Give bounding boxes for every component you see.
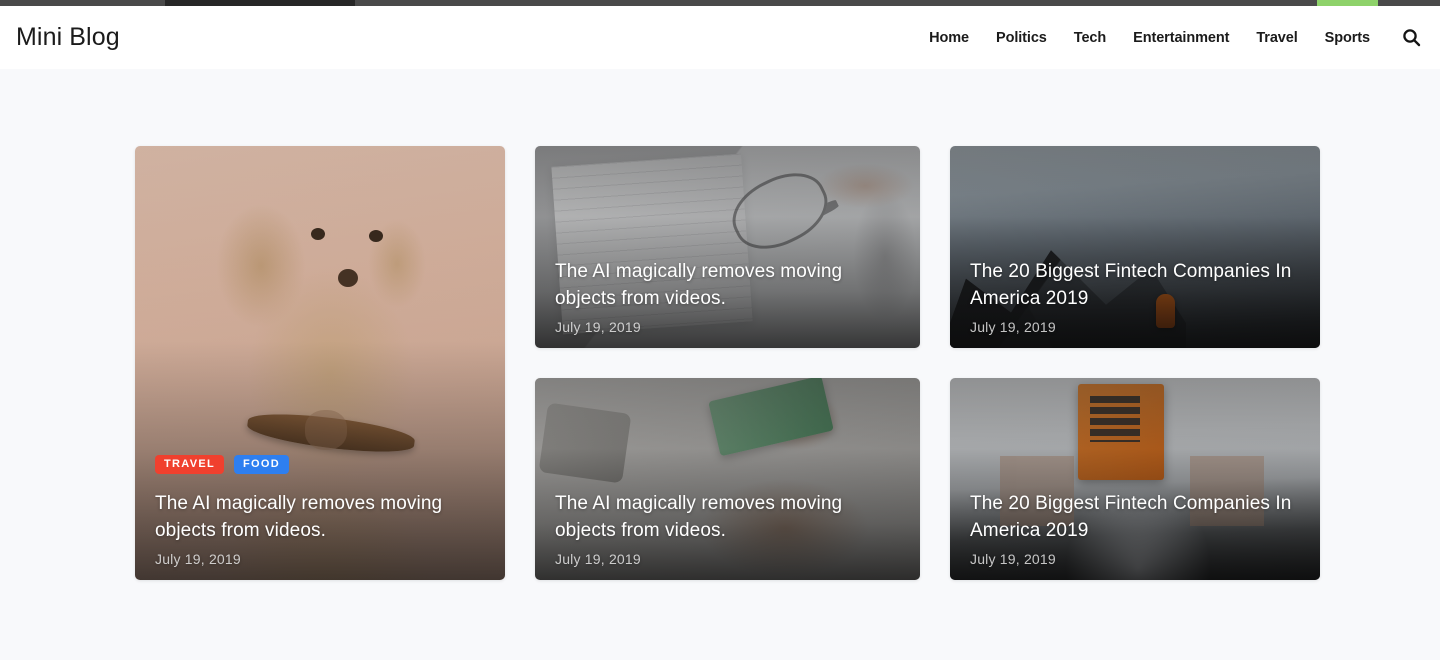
card-title[interactable]: The AI magically removes moving objects … [555, 259, 902, 313]
search-button[interactable] [1400, 27, 1422, 49]
card-content: The 20 Biggest Fintech Companies In Amer… [970, 259, 1302, 335]
card-title[interactable]: The AI magically removes moving objects … [155, 491, 487, 545]
card-content: The AI magically removes moving objects … [555, 491, 902, 567]
chrome-tab-strip-right [1378, 0, 1440, 6]
main-navigation: Home Politics Tech Entertainment Travel … [929, 27, 1424, 49]
card-tag-list: TRAVEL FOOD [155, 455, 487, 475]
card-tag-food[interactable]: FOOD [233, 455, 289, 475]
nav-item-travel[interactable]: Travel [1256, 30, 1297, 46]
nav-item-sports[interactable]: Sports [1325, 30, 1370, 46]
card-date: July 19, 2019 [155, 551, 241, 567]
page-body: The AI magically removes moving objects … [0, 69, 1440, 660]
article-card-fintech-2[interactable]: The 20 Biggest Fintech Companies In Amer… [950, 378, 1320, 580]
card-title[interactable]: The 20 Biggest Fintech Companies In Amer… [970, 259, 1302, 313]
nav-item-tech[interactable]: Tech [1074, 30, 1106, 46]
chrome-tab-strip-mid [355, 0, 1317, 6]
search-icon [1402, 29, 1420, 47]
card-tag-travel[interactable]: TRAVEL [155, 455, 224, 475]
card-date: July 19, 2019 [970, 319, 1056, 335]
chrome-progress-green [1317, 0, 1378, 6]
card-content: TRAVEL FOOD The AI magically removes mov… [155, 455, 487, 567]
article-card-featured[interactable]: TRAVEL FOOD The AI magically removes mov… [135, 146, 505, 580]
nav-item-politics[interactable]: Politics [996, 30, 1047, 46]
nav-item-home[interactable]: Home [929, 30, 969, 46]
card-date: July 19, 2019 [970, 551, 1056, 567]
chrome-tab-strip-left [0, 0, 165, 6]
chrome-active-tab[interactable] [165, 0, 355, 6]
site-brand[interactable]: Mini Blog [16, 25, 120, 50]
article-grid: The AI magically removes moving objects … [135, 146, 1320, 580]
browser-chrome-strip [0, 0, 1440, 6]
card-content: The 20 Biggest Fintech Companies In Amer… [970, 491, 1302, 567]
article-card-fintech-1[interactable]: The 20 Biggest Fintech Companies In Amer… [950, 146, 1320, 348]
card-title[interactable]: The AI magically removes moving objects … [555, 491, 902, 545]
card-title[interactable]: The 20 Biggest Fintech Companies In Amer… [970, 491, 1302, 545]
site-header: Mini Blog Home Politics Tech Entertainme… [0, 6, 1440, 69]
article-card-ai-removes-objects-2[interactable]: The AI magically removes moving objects … [535, 378, 920, 580]
article-card-ai-removes-objects-1[interactable]: The AI magically removes moving objects … [535, 146, 920, 348]
card-date: July 19, 2019 [555, 551, 641, 567]
card-content: The AI magically removes moving objects … [555, 259, 902, 335]
nav-item-entertainment[interactable]: Entertainment [1133, 30, 1229, 46]
card-date: July 19, 2019 [555, 319, 641, 335]
